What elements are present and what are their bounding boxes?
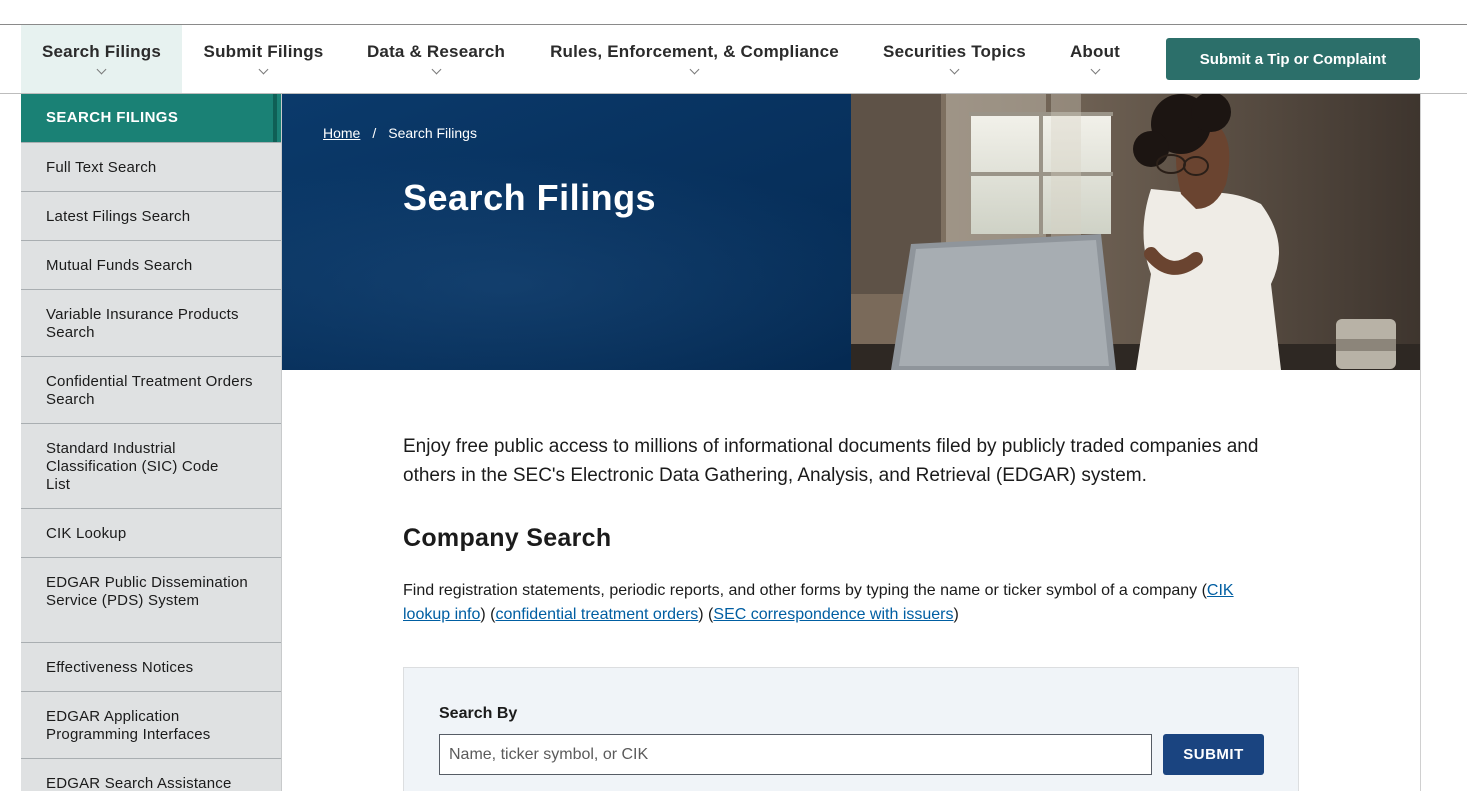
submit-button[interactable]: SUBMIT <box>1163 734 1264 775</box>
sidebar-item-label: EDGAR Search Assistance <box>46 775 232 791</box>
main-nav: Search Filings Submit Filings Data & Res… <box>0 25 1467 94</box>
sidebar-item-confidential-treatment[interactable]: Confidential Treatment Orders Search <box>21 356 281 423</box>
hero-photo-illustration <box>851 94 1420 370</box>
sidebar-item-label: Latest Filings Search <box>46 208 191 225</box>
nav-search-filings[interactable]: Search Filings <box>21 25 182 93</box>
breadcrumb: Home / Search Filings <box>323 125 477 141</box>
sidebar-item-variable-insurance[interactable]: Variable Insurance Products Search <box>21 289 281 356</box>
breadcrumb-current: Search Filings <box>388 125 477 141</box>
separator-text: ) ( <box>480 606 496 623</box>
sidebar-item-label: Standard Industrial Classification (SIC)… <box>46 440 219 493</box>
sidebar-item-label: CIK Lookup <box>46 525 127 542</box>
sidebar-item-sic-code-list[interactable]: Standard Industrial Classification (SIC)… <box>21 423 281 508</box>
confidential-treatment-link[interactable]: confidential treatment orders <box>496 606 699 623</box>
nav-label: Submit Filings <box>203 42 324 61</box>
hero-banner: Home / Search Filings Search Filings <box>282 94 851 370</box>
company-search-description: Find registration statements, periodic r… <box>403 579 1283 627</box>
sidebar-heading[interactable]: SEARCH FILINGS <box>21 94 281 142</box>
sidebar-item-label: Effectiveness Notices <box>46 659 194 676</box>
intro-text: Enjoy free public access to millions of … <box>403 436 1259 486</box>
sidebar-item-label: Confidential Treatment Orders Search <box>46 373 253 408</box>
nav-label: Securities Topics <box>883 42 1026 61</box>
chevron-down-icon <box>258 64 269 75</box>
nav-label: About <box>1069 42 1121 61</box>
nav-data-research[interactable]: Data & Research <box>345 25 527 93</box>
sidebar-item-label: EDGAR Application Programming Interfaces <box>46 708 211 743</box>
sidebar: SEARCH FILINGS Full Text Search Latest F… <box>21 94 282 791</box>
separator-text: ) ( <box>698 606 714 623</box>
company-search-heading: Company Search <box>403 524 612 552</box>
nav-label: Data & Research <box>366 42 506 61</box>
chevron-down-icon <box>96 64 107 75</box>
sidebar-item-label: EDGAR Public Dissemination Service (PDS)… <box>46 574 248 609</box>
search-by-label: Search By <box>439 705 518 722</box>
sidebar-item-full-text-search[interactable]: Full Text Search <box>21 142 281 191</box>
nav-rules-enforcement[interactable]: Rules, Enforcement, & Compliance <box>527 25 862 93</box>
sidebar-item-edgar-pds[interactable]: EDGAR Public Dissemination Service (PDS)… <box>21 557 281 642</box>
company-search-form: Search By SUBMIT <box>403 667 1299 791</box>
sec-correspondence-link[interactable]: SEC correspondence with issuers <box>713 606 953 623</box>
description-text: Find registration statements, periodic r… <box>403 582 1207 599</box>
chevron-down-icon <box>431 64 441 75</box>
sidebar-item-search-assistance[interactable]: EDGAR Search Assistance <box>21 758 281 791</box>
nav-label: Rules, Enforcement, & Compliance <box>550 42 839 61</box>
breadcrumb-separator: / <box>372 125 377 141</box>
sidebar-item-edgar-apis[interactable]: EDGAR Application Programming Interfaces <box>21 691 281 758</box>
sidebar-item-cik-lookup[interactable]: CIK Lookup <box>21 508 281 557</box>
hero-image <box>851 94 1420 370</box>
nav-submit-filings[interactable]: Submit Filings <box>182 25 345 93</box>
nav-about[interactable]: About <box>1047 25 1143 93</box>
sidebar-item-label: Mutual Funds Search <box>46 257 193 274</box>
page-title: Search Filings <box>403 177 657 218</box>
chevron-down-icon <box>689 64 700 75</box>
nav-label: Search Filings <box>41 42 161 61</box>
company-search-input[interactable] <box>439 734 1152 775</box>
sidebar-item-latest-filings[interactable]: Latest Filings Search <box>21 191 281 240</box>
chevron-down-icon <box>949 64 960 75</box>
top-strip <box>0 0 1467 25</box>
closing-paren: ) <box>953 606 959 623</box>
submit-tip-button[interactable]: Submit a Tip or Complaint <box>1166 38 1420 80</box>
breadcrumb-home-link[interactable]: Home <box>323 125 360 141</box>
nav-securities-topics[interactable]: Securities Topics <box>862 25 1047 93</box>
sidebar-item-effectiveness-notices[interactable]: Effectiveness Notices <box>21 642 281 691</box>
sidebar-item-label: Variable Insurance Products Search <box>46 306 239 341</box>
chevron-down-icon <box>1090 64 1100 75</box>
sidebar-item-mutual-funds[interactable]: Mutual Funds Search <box>21 240 281 289</box>
sidebar-item-label: Full Text Search <box>46 159 157 176</box>
